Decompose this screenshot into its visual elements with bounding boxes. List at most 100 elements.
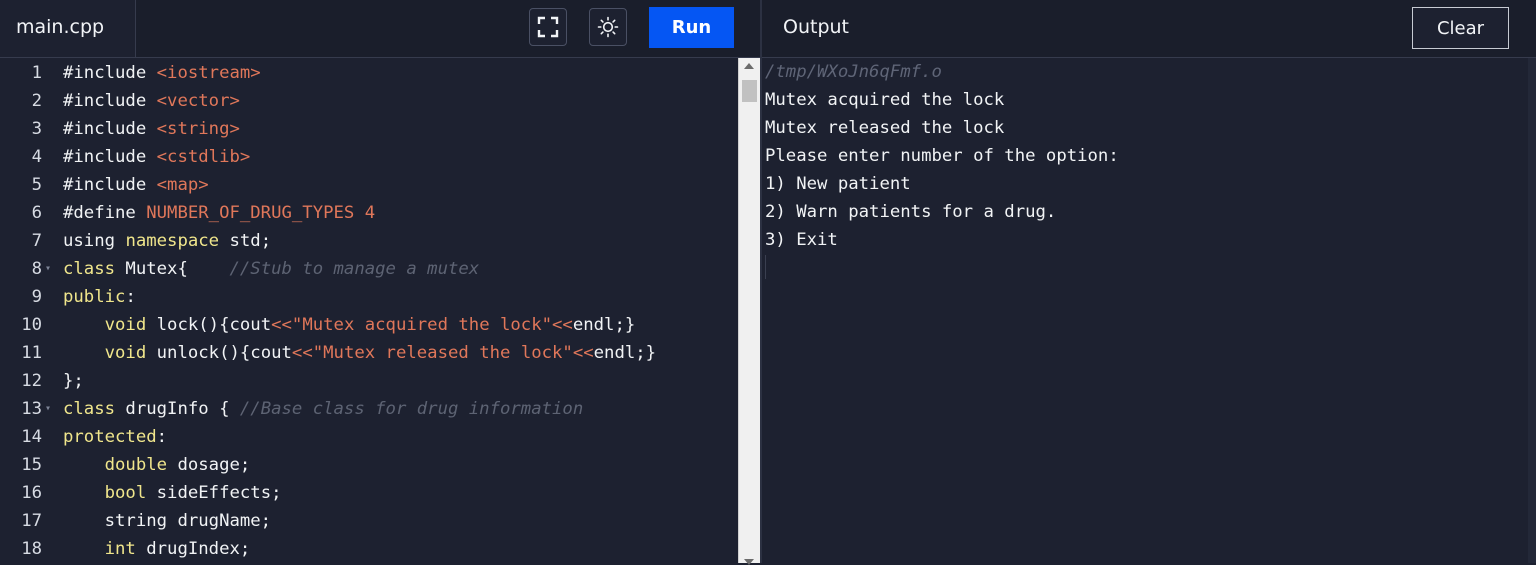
code-text: string drugName; <box>63 507 271 535</box>
file-tab-label: main.cpp <box>16 16 105 38</box>
code-token: bool <box>104 483 147 503</box>
code-token: endl;} <box>572 315 636 335</box>
code-token: <map> <box>156 175 209 195</box>
code-text: #include <iostream> <box>63 59 261 87</box>
line-number: 12 <box>21 371 42 391</box>
code-token: <<"Mutex released the lock"<< <box>291 343 594 363</box>
output-line: Mutex acquired the lock <box>765 90 1005 110</box>
code-line[interactable]: 17 string drugName; <box>0 507 738 535</box>
code-token: #include <box>63 119 157 139</box>
output-scrollbar[interactable] <box>1528 58 1536 563</box>
scroll-up-arrow-icon[interactable] <box>744 63 754 69</box>
code-editor[interactable]: 1 #include <iostream> 2 #include <vector> 3 #… <box>0 58 738 563</box>
code-line[interactable]: 15 double dosage; <box>0 451 738 479</box>
code-line[interactable]: 11 void unlock(){cout<<"Mutex released t… <box>0 339 738 367</box>
code-token: class <box>63 399 116 419</box>
code-text: #include <string> <box>63 115 240 143</box>
fullscreen-icon <box>537 16 559 38</box>
line-number: 5 <box>31 175 42 195</box>
code-token: void <box>104 315 147 335</box>
code-text: #include <vector> <box>63 87 240 115</box>
code-token: #define <box>63 203 147 223</box>
code-token: <iostream> <box>156 63 261 83</box>
code-line[interactable]: 10 void lock(){cout<<"Mutex acquired the… <box>0 311 738 339</box>
code-token: <cstdlib> <box>156 147 251 167</box>
online-compiler: main.cpp Run 1 #include <iostream> 2 #in… <box>0 0 1536 565</box>
code-token: namespace <box>125 231 220 251</box>
code-text: class Mutex{ //Stub to manage a mutex <box>63 255 479 283</box>
code-token: NUMBER_OF_DRUG_TYPES 4 <box>146 203 376 223</box>
file-tab[interactable]: main.cpp <box>0 0 136 57</box>
fold-arrow-icon[interactable]: ▾ <box>45 255 55 283</box>
code-text: protected: <box>63 423 167 451</box>
fold-arrow-icon[interactable]: ▾ <box>45 395 55 423</box>
line-number: 9 <box>31 287 42 307</box>
code-token: #include <box>63 91 157 111</box>
run-button[interactable]: Run <box>649 7 734 48</box>
line-number: 11 <box>21 343 42 363</box>
scrollbar-thumb[interactable] <box>742 80 757 102</box>
line-number: 7 <box>31 231 42 251</box>
code-text: public: <box>63 283 136 311</box>
code-line[interactable]: 16 bool sideEffects; <box>0 479 738 507</box>
line-number: 16 <box>21 483 42 503</box>
code-token: : <box>156 427 168 447</box>
code-token: protected <box>63 427 157 447</box>
line-number: 18 <box>21 539 42 559</box>
code-line[interactable]: 4 #include <cstdlib> <box>0 143 738 171</box>
code-token: <string> <box>156 119 240 139</box>
line-number: 13 <box>21 399 42 419</box>
code-token: <<"Mutex acquired the lock"<< <box>271 315 573 335</box>
fullscreen-button[interactable] <box>529 8 567 46</box>
output-line: Please enter number of the option: <box>765 146 1119 166</box>
code-token: double <box>104 455 168 475</box>
line-number: 3 <box>31 119 42 139</box>
code-line[interactable]: 18 int drugIndex; <box>0 535 738 563</box>
code-token: dosage; <box>167 455 251 475</box>
output-line: 3) Exit <box>765 230 838 250</box>
code-line[interactable]: 1 #include <iostream> <box>0 59 738 87</box>
line-number: 6 <box>31 203 42 223</box>
clear-button[interactable]: Clear <box>1412 7 1509 49</box>
code-line[interactable]: 9 public: <box>0 283 738 311</box>
code-line[interactable]: 2 #include <vector> <box>0 87 738 115</box>
code-text: }; <box>63 367 84 395</box>
code-token: class <box>63 259 116 279</box>
code-line[interactable]: 8 ▾ class Mutex{ //Stub to manage a mutex <box>0 255 738 283</box>
input-cursor <box>765 255 766 279</box>
code-line[interactable]: 14 protected: <box>0 423 738 451</box>
code-text: class drugInfo { //Base class for drug i… <box>63 395 583 423</box>
code-text: #define NUMBER_OF_DRUG_TYPES 4 <box>63 199 375 227</box>
code-token: void <box>104 343 147 363</box>
code-line[interactable]: 6 #define NUMBER_OF_DRUG_TYPES 4 <box>0 199 738 227</box>
output-header: Output Clear <box>762 0 1536 58</box>
code-token: drugIndex; <box>135 539 251 559</box>
editor-scrollbar[interactable] <box>738 58 760 565</box>
scroll-down-arrow-icon[interactable] <box>744 559 754 565</box>
code-line[interactable]: 5 #include <map> <box>0 171 738 199</box>
code-line[interactable]: 13 ▾ class drugInfo { //Base class for dru… <box>0 395 738 423</box>
code-text: void unlock(){cout<<"Mutex released the … <box>63 339 656 367</box>
code-token: : <box>125 287 136 307</box>
theme-toggle-button[interactable] <box>589 8 627 46</box>
code-token: drugInfo { <box>115 399 240 419</box>
code-text: int drugIndex; <box>63 535 251 563</box>
code-token: #include <box>63 175 157 195</box>
code-line[interactable]: 12}; <box>0 367 738 395</box>
output-title: Output <box>783 16 849 38</box>
code-token: endl;} <box>593 343 657 363</box>
code-token: }; <box>63 371 84 391</box>
code-token: unlock(){cout <box>146 343 292 363</box>
line-number: 1 <box>31 63 42 83</box>
line-number: 2 <box>31 91 42 111</box>
code-text: #include <cstdlib> <box>63 143 250 171</box>
code-text: bool sideEffects; <box>63 479 282 507</box>
line-number: 15 <box>21 455 42 475</box>
output-console[interactable]: /tmp/WXoJn6qFmf.o Mutex acquired the loc… <box>762 58 1528 563</box>
code-line[interactable]: 3 #include <string> <box>0 115 738 143</box>
code-line[interactable]: 7 using namespace std; <box>0 227 738 255</box>
sun-icon <box>597 16 619 38</box>
line-number: 14 <box>21 427 42 447</box>
code-token: string drugName; <box>63 511 272 531</box>
